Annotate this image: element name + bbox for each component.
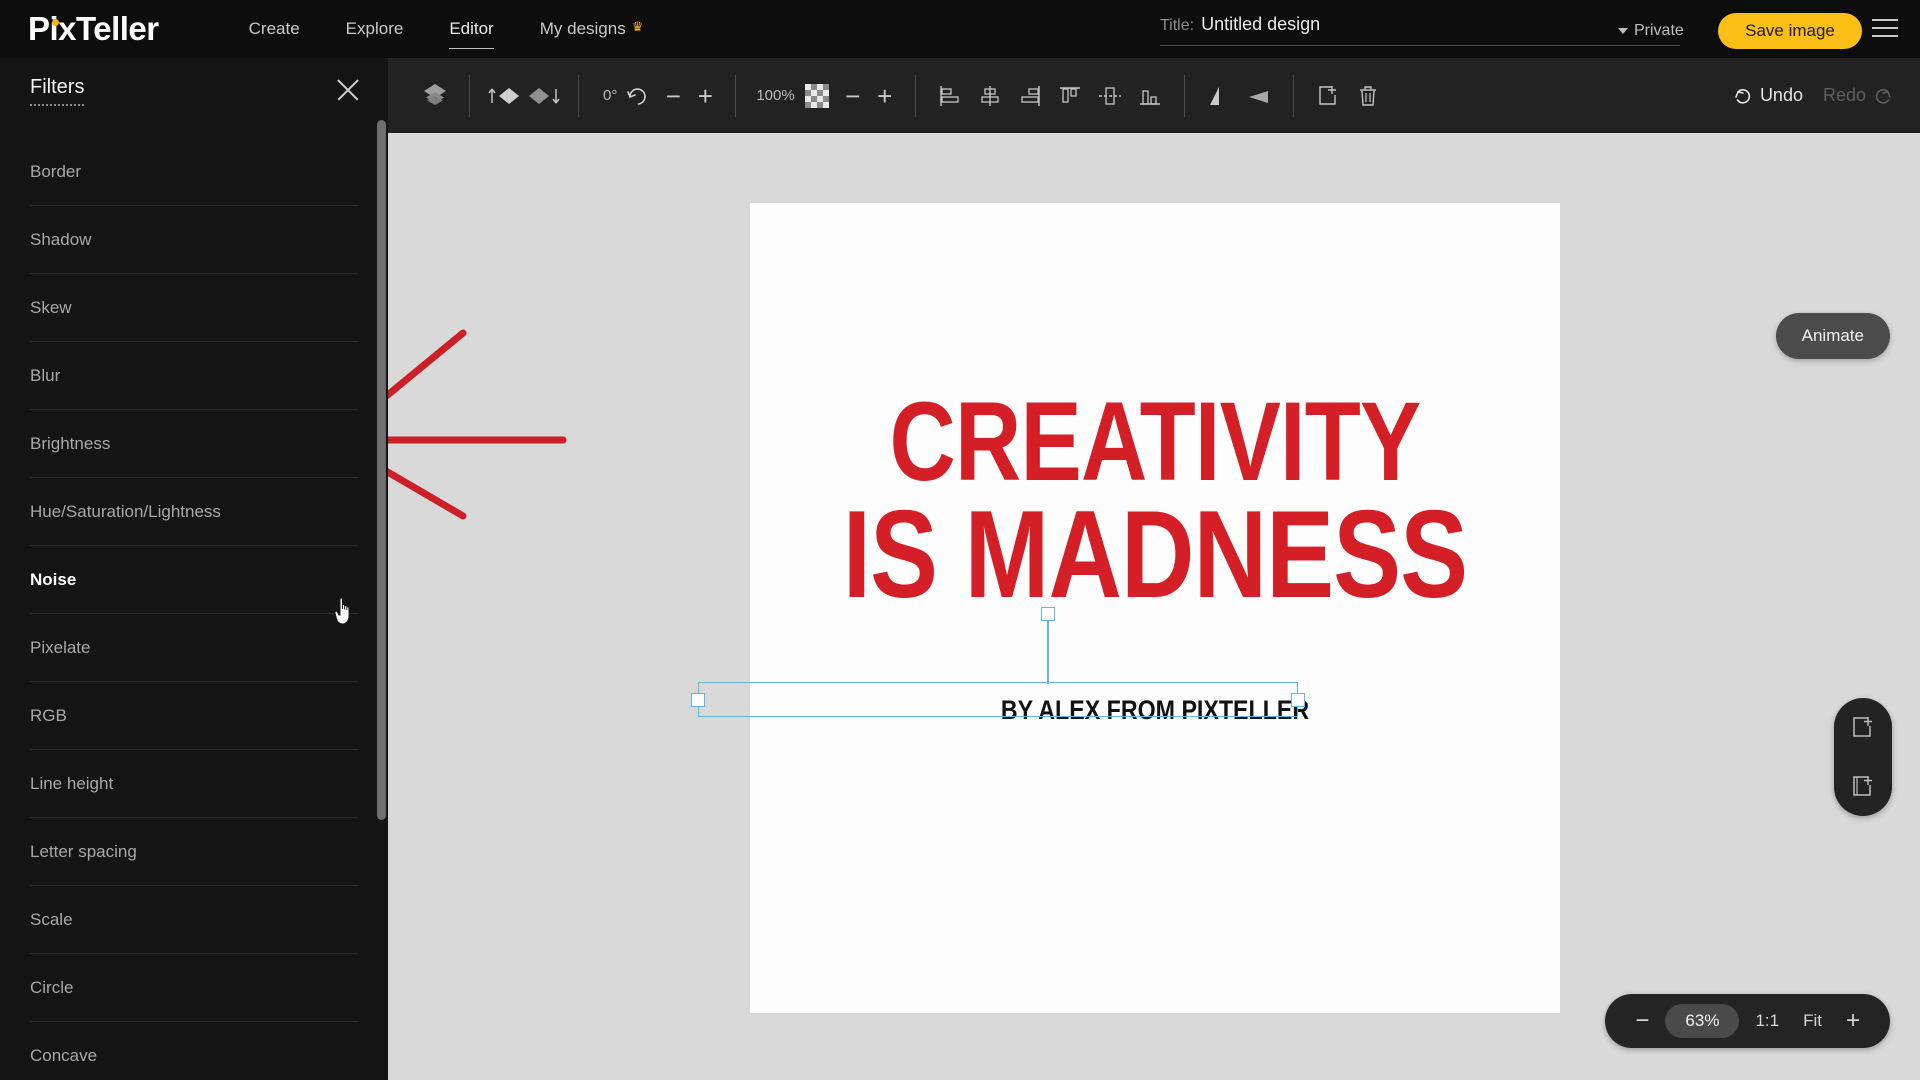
redo-button[interactable]: Redo (1823, 85, 1866, 106)
editor-workspace[interactable]: CREATIVITY IS MADNESS BY ALEX FROM PIXTE… (388, 133, 1920, 1080)
selection-rotation-line (1047, 614, 1049, 684)
undo-redo-group: Undo Redo (1732, 58, 1894, 133)
filters-panel-header: Filters (0, 58, 388, 120)
chevron-down-icon (1618, 28, 1628, 34)
align-middle-vertical-icon[interactable] (1090, 76, 1130, 116)
close-x-icon[interactable] (334, 76, 362, 104)
duplicate-icon[interactable] (1308, 76, 1348, 116)
send-backward-icon[interactable] (524, 76, 564, 116)
filter-item-line-height[interactable]: Line height (30, 750, 358, 818)
filter-item-brightness[interactable]: Brightness (30, 410, 358, 478)
filter-item-border[interactable]: Border (30, 138, 358, 206)
animate-button[interactable]: Animate (1775, 313, 1890, 359)
align-right-icon[interactable] (1010, 76, 1050, 116)
flip-horizontal-icon[interactable] (1199, 76, 1239, 116)
filter-item-shadow[interactable]: Shadow (30, 206, 358, 274)
pointing-hand-cursor (334, 597, 350, 625)
filter-list: Border Shadow Skew Blur Brightness Hue/S… (0, 138, 388, 1080)
toolbar-divider-4 (914, 74, 916, 117)
filter-item-pixelate[interactable]: Pixelate (30, 614, 358, 682)
sidebar-scrollbar[interactable] (377, 120, 386, 820)
design-title-input[interactable]: Untitled design (1201, 14, 1320, 35)
filter-item-circle[interactable]: Circle (30, 954, 358, 1022)
privacy-dropdown[interactable]: Private (1618, 22, 1684, 40)
nav-item-editor[interactable]: Editor (449, 15, 495, 49)
nav-item-create[interactable]: Create (249, 15, 300, 43)
filter-item-scale[interactable]: Scale (30, 886, 358, 954)
zoom-control-bar: − 63% 1:1 Fit + (1605, 994, 1890, 1048)
add-frame-icon[interactable] (1848, 713, 1878, 743)
rotation-decrease-button[interactable]: − (657, 83, 689, 109)
zoom-out-button[interactable]: − (1635, 1009, 1649, 1033)
opacity-decrease-button[interactable]: − (837, 83, 869, 109)
transparency-checker-icon[interactable] (804, 83, 829, 108)
design-canvas[interactable]: CREATIVITY IS MADNESS BY ALEX FROM PIXTE… (691, 203, 1560, 1013)
nav-item-explore[interactable]: Explore (346, 15, 404, 43)
undo-button[interactable]: Undo (1760, 85, 1803, 106)
headline-text-element[interactable]: CREATIVITY IS MADNESS (823, 379, 1487, 624)
filter-item-hue-saturation-lightness[interactable]: Hue/Saturation/Lightness (30, 478, 358, 546)
align-top-icon[interactable] (1050, 76, 1090, 116)
rotation-value[interactable]: 0° (603, 87, 617, 104)
toolbar-divider-3 (735, 74, 737, 117)
opacity-increase-button[interactable]: + (869, 83, 901, 109)
object-toolbar: 0° − + 100% − + Undo Redo (388, 58, 1920, 133)
zoom-in-button[interactable]: + (1846, 1009, 1860, 1033)
rotation-increase-button[interactable]: + (689, 83, 721, 109)
redo-arrow-icon[interactable] (1872, 85, 1894, 107)
toolbar-divider-2 (578, 74, 579, 117)
hamburger-menu-icon[interactable] (1872, 19, 1898, 39)
logo-dot-icon (52, 19, 59, 26)
main-nav: Create Explore Editor My designs ♛ (203, 15, 644, 49)
selection-rotation-handle[interactable] (1041, 607, 1055, 621)
panel-title: Filters (30, 76, 85, 106)
align-bottom-icon[interactable] (1130, 76, 1170, 116)
toolbar-divider-5 (1183, 74, 1185, 117)
logo-text: PixTeller (28, 10, 159, 47)
save-image-button[interactable]: Save image (1718, 13, 1862, 49)
filter-item-blur[interactable]: Blur (30, 342, 358, 410)
filter-item-skew[interactable]: Skew (30, 274, 358, 342)
filter-item-concave[interactable]: Concave (30, 1022, 358, 1080)
rotate-icon[interactable] (617, 76, 657, 116)
pixteller-logo[interactable]: PixTeller (28, 10, 159, 48)
trash-icon[interactable] (1348, 76, 1388, 116)
selection-handle-right[interactable] (1291, 693, 1305, 707)
flip-vertical-icon[interactable] (1239, 76, 1279, 116)
align-left-icon[interactable] (930, 76, 970, 116)
headline-line-1: CREATIVITY (889, 379, 1422, 504)
selection-bounding-box[interactable] (691, 682, 1305, 717)
align-center-horizontal-icon[interactable] (970, 76, 1010, 116)
toolbar-divider-1 (469, 74, 470, 117)
nav-item-my-designs-label: My designs (539, 19, 626, 38)
filters-sidebar: Filters Border Shadow Skew Blur Brightne… (0, 58, 388, 1080)
layers-icon[interactable] (415, 76, 455, 116)
undo-arrow-icon[interactable] (1732, 85, 1754, 107)
selection-handle-left[interactable] (691, 693, 705, 707)
zoom-one-to-one-button[interactable]: 1:1 (1755, 1011, 1779, 1031)
top-navigation-bar: PixTeller Create Explore Editor My desig… (0, 0, 1920, 58)
zoom-fit-button[interactable]: Fit (1803, 1011, 1822, 1031)
bring-forward-icon[interactable] (484, 76, 524, 116)
frame-tools-panel (1834, 698, 1892, 816)
opacity-value[interactable]: 100% (756, 87, 794, 104)
crown-icon: ♛ (631, 19, 644, 34)
duplicate-frame-icon[interactable] (1848, 772, 1878, 802)
filter-item-noise[interactable]: Noise (30, 546, 358, 614)
filter-item-rgb[interactable]: RGB (30, 682, 358, 750)
filter-item-letter-spacing[interactable]: Letter spacing (30, 818, 358, 886)
toolbar-divider-6 (1292, 74, 1294, 117)
privacy-label: Private (1634, 22, 1684, 39)
design-title-label: Title: (1160, 17, 1195, 34)
design-title-field[interactable]: Title: Untitled design (1160, 14, 1680, 46)
zoom-percentage-value[interactable]: 63% (1665, 1004, 1740, 1038)
headline-line-2: IS MADNESS (842, 485, 1468, 624)
nav-item-my-designs[interactable]: My designs ♛ (540, 15, 644, 43)
